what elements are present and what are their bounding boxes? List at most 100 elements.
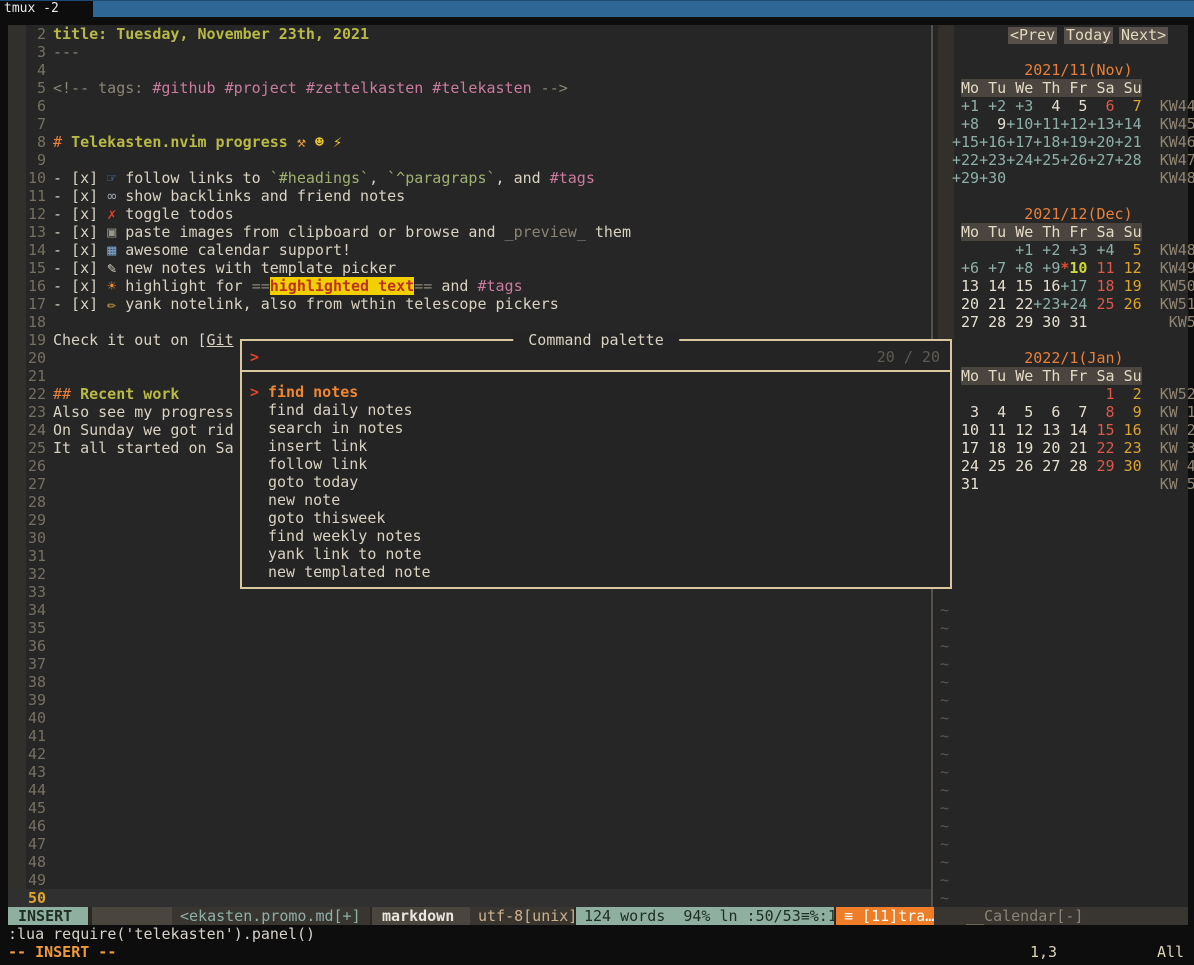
calendar-day[interactable]: +9: [1033, 259, 1060, 277]
calendar-day[interactable]: 8: [1087, 403, 1114, 421]
statusline-tabs-segment[interactable]: ≡ [11]tra…: [836, 907, 940, 925]
calendar-day[interactable]: 15: [1087, 421, 1114, 439]
calendar-day[interactable]: 14: [979, 277, 1006, 295]
calendar-next-button[interactable]: Next>: [1119, 27, 1168, 44]
palette-item[interactable]: insert link: [242, 437, 950, 455]
calendar-day[interactable]: 9: [979, 115, 1006, 133]
calendar-day[interactable]: 29: [1006, 313, 1033, 331]
calendar-day[interactable]: 6: [1087, 97, 1114, 115]
calendar-day[interactable]: 28: [1060, 457, 1087, 475]
calendar-day[interactable]: 18: [979, 439, 1006, 457]
palette-item[interactable]: search in notes: [242, 419, 950, 437]
calendar-day[interactable]: 22: [1006, 295, 1033, 313]
calendar-day[interactable]: +28: [1115, 151, 1142, 169]
calendar-day[interactable]: +13: [1087, 115, 1114, 133]
calendar-day[interactable]: 5: [1115, 241, 1142, 259]
calendar-day[interactable]: 7: [1115, 97, 1142, 115]
calendar-window[interactable]: 2021/11(Nov) Mo Tu We Th Fr Sa Su +1 +2 …: [952, 25, 1194, 907]
calendar-day[interactable]: +18: [1033, 133, 1060, 151]
calendar-day[interactable]: 17: [952, 439, 979, 457]
calendar-day[interactable]: 27: [952, 313, 979, 331]
calendar-day[interactable]: 21: [979, 295, 1006, 313]
calendar-day[interactable]: +29: [952, 169, 979, 187]
calendar-day[interactable]: +10: [1006, 115, 1033, 133]
calendar-day[interactable]: +24: [1060, 295, 1087, 313]
calendar-prev-button[interactable]: <Prev: [1008, 27, 1057, 44]
calendar-day[interactable]: +15: [952, 133, 979, 151]
calendar-day[interactable]: 22: [1087, 439, 1114, 457]
calendar-day[interactable]: 4: [1033, 97, 1060, 115]
calendar-day[interactable]: 21: [1060, 439, 1087, 457]
calendar-day[interactable]: 30: [1033, 313, 1060, 331]
calendar-day[interactable]: +22: [952, 151, 979, 169]
palette-item[interactable]: new templated note: [242, 563, 950, 581]
calendar-day[interactable]: +20: [1087, 133, 1114, 151]
calendar-day[interactable]: 19: [1115, 277, 1142, 295]
calendar-day[interactable]: 20: [952, 295, 979, 313]
calendar-day[interactable]: 28: [979, 313, 1006, 331]
calendar-day[interactable]: +1: [952, 97, 979, 115]
calendar-day[interactable]: 5: [1060, 97, 1087, 115]
calendar-day[interactable]: +1: [1006, 241, 1033, 259]
calendar-day[interactable]: 13: [1033, 421, 1060, 439]
calendar-day[interactable]: 27: [1033, 457, 1060, 475]
calendar-day[interactable]: +27: [1087, 151, 1114, 169]
palette-item[interactable]: goto thisweek: [242, 509, 950, 527]
calendar-day[interactable]: 3: [952, 403, 979, 421]
calendar-day[interactable]: +24: [1006, 151, 1033, 169]
calendar-day[interactable]: 13: [952, 277, 979, 295]
calendar-day[interactable]: 25: [979, 457, 1006, 475]
calendar-day[interactable]: 11: [1087, 259, 1114, 277]
calendar-day[interactable]: +23: [979, 151, 1006, 169]
calendar-day[interactable]: +12: [1060, 115, 1087, 133]
calendar-day[interactable]: 12: [1006, 421, 1033, 439]
calendar-day[interactable]: +19: [1060, 133, 1087, 151]
calendar-day[interactable]: +17: [1006, 133, 1033, 151]
calendar-day[interactable]: +3: [1006, 97, 1033, 115]
palette-item[interactable]: new note: [242, 491, 950, 509]
palette-item[interactable]: yank link to note: [242, 545, 950, 563]
palette-item[interactable]: >find notes: [242, 383, 950, 401]
calendar-day[interactable]: 10: [1069, 259, 1087, 277]
calendar-day[interactable]: +11: [1033, 115, 1060, 133]
calendar-day[interactable]: 18: [1087, 277, 1114, 295]
calendar-day[interactable]: 15: [1006, 277, 1033, 295]
calendar-today-button[interactable]: Today: [1064, 27, 1113, 44]
calendar-day[interactable]: 7: [1060, 403, 1087, 421]
calendar-day[interactable]: 10: [952, 421, 979, 439]
calendar-day[interactable]: 26: [1115, 295, 1142, 313]
calendar-day[interactable]: 19: [1006, 439, 1033, 457]
calendar-day[interactable]: 31: [952, 475, 979, 493]
calendar-day[interactable]: +23: [1033, 295, 1060, 313]
calendar-day[interactable]: 29: [1087, 457, 1114, 475]
calendar-day[interactable]: 1: [1087, 385, 1114, 403]
calendar-day[interactable]: 12: [1115, 259, 1142, 277]
calendar-day[interactable]: +7: [979, 259, 1006, 277]
calendar-day[interactable]: +2: [979, 97, 1006, 115]
calendar-day[interactable]: 5: [1006, 403, 1033, 421]
calendar-day[interactable]: 31: [1060, 313, 1087, 331]
calendar-day[interactable]: +3: [1060, 241, 1087, 259]
calendar-day[interactable]: 16: [1115, 421, 1142, 439]
calendar-day[interactable]: +30: [979, 169, 1006, 187]
calendar-day[interactable]: +14: [1115, 115, 1142, 133]
calendar-day[interactable]: 20: [1033, 439, 1060, 457]
calendar-day[interactable]: 25: [1087, 295, 1114, 313]
calendar-day[interactable]: 9: [1115, 403, 1142, 421]
calendar-day[interactable]: 11: [979, 421, 1006, 439]
calendar-day[interactable]: 14: [1060, 421, 1087, 439]
calendar-day[interactable]: 23: [1115, 439, 1142, 457]
calendar-day[interactable]: +25: [1033, 151, 1060, 169]
calendar-day[interactable]: 4: [979, 403, 1006, 421]
calendar-day[interactable]: 26: [1006, 457, 1033, 475]
calendar-day[interactable]: 2: [1115, 385, 1142, 403]
calendar-day[interactable]: 16: [1033, 277, 1060, 295]
calendar-day[interactable]: +21: [1115, 133, 1142, 151]
calendar-day[interactable]: +6: [952, 259, 979, 277]
calendar-day[interactable]: +17: [1060, 277, 1087, 295]
calendar-day[interactable]: 24: [952, 457, 979, 475]
calendar-day[interactable]: +8: [1006, 259, 1033, 277]
calendar-day[interactable]: 30: [1115, 457, 1142, 475]
calendar-day[interactable]: +2: [1033, 241, 1060, 259]
calendar-day[interactable]: 6: [1033, 403, 1060, 421]
